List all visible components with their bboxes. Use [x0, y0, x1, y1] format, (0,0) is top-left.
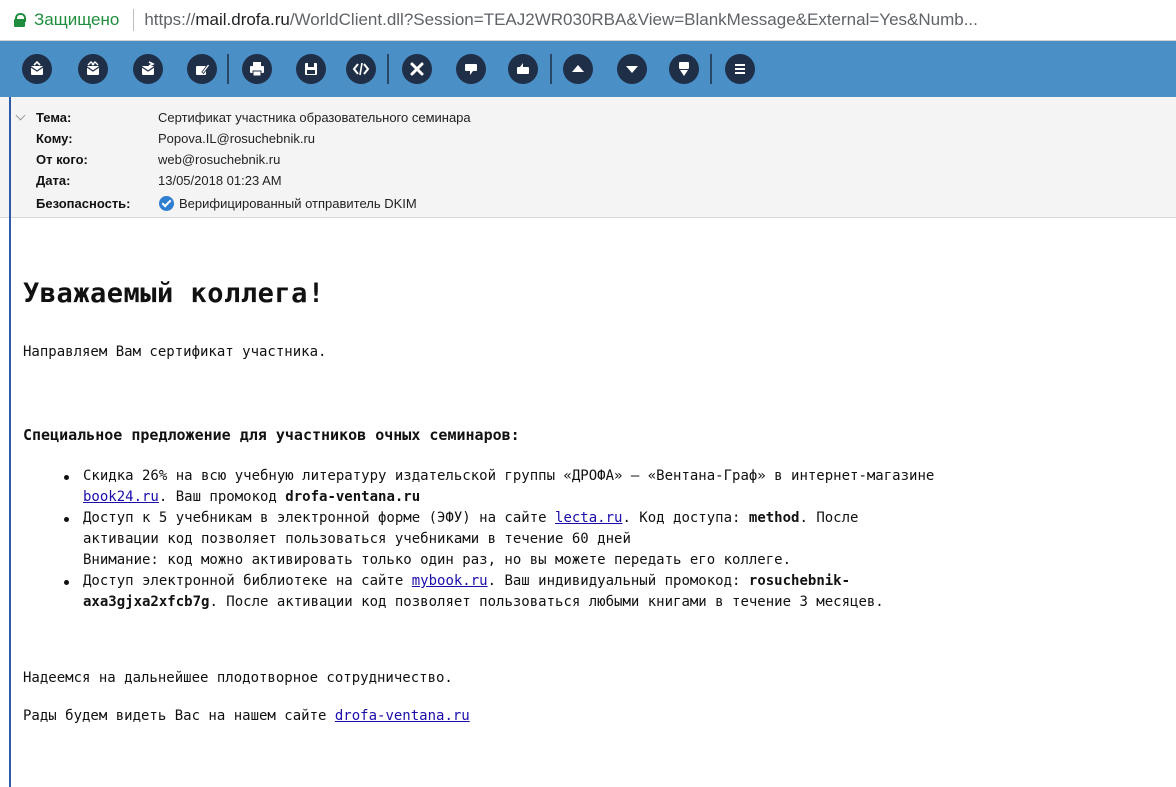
delete-icon[interactable]	[402, 54, 432, 84]
to-value[interactable]: Popova.IL@rosuchebnik.ru	[158, 129, 315, 149]
date-label: Дата:	[36, 173, 71, 188]
list-item: Скидка 26% на всю учебную литературу изд…	[23, 466, 934, 508]
book24-link[interactable]: book24.ru	[83, 489, 159, 505]
toolbar-separator	[227, 54, 229, 84]
offer-text: . После активации код позволяет пользова…	[209, 594, 884, 610]
promo-code: axa3gjxa2xfcb7g	[83, 594, 210, 610]
junk-icon[interactable]	[456, 54, 486, 84]
next-icon[interactable]	[617, 54, 647, 84]
offer-list: Скидка 26% на всю учебную литературу изд…	[23, 466, 934, 613]
security-label: Безопасность:	[36, 196, 131, 211]
offer-text: активации код позволяет пользоваться уче…	[83, 531, 631, 547]
access-code: method	[748, 510, 800, 526]
to-label: Кому:	[36, 131, 73, 146]
security-value: Верифицированный отправитель DKIM	[159, 194, 417, 214]
toolbar-separator	[387, 54, 389, 84]
offer-text: . После	[799, 510, 859, 526]
lecta-link[interactable]: lecta.ru	[555, 510, 622, 526]
url-text[interactable]: https://mail.drofa.ru/WorldClient.dll?Se…	[144, 10, 978, 30]
greeting-heading: Уважаемый коллега!	[23, 278, 325, 309]
url-scheme: https://	[144, 10, 196, 29]
offer-title: Специальное предложение для участников о…	[23, 426, 520, 444]
list-item: Доступ к 5 учебникам в электронной форме…	[23, 508, 934, 571]
visit-text: Рады будем видеть Вас на нашем сайте dro…	[23, 708, 470, 724]
save-icon[interactable]	[296, 54, 326, 84]
verified-badge-icon	[159, 196, 174, 211]
collapse-chevron-icon[interactable]	[15, 110, 26, 121]
from-value[interactable]: web@rosuchebnik.ru	[158, 150, 280, 170]
mybook-link[interactable]: mybook.ru	[412, 573, 488, 589]
message-toolbar	[0, 41, 1176, 97]
subject-value: Сертификат участника образовательного се…	[158, 110, 471, 125]
offer-text: Доступ электронной библиотеке на сайте	[83, 573, 412, 589]
reply-all-icon[interactable]	[78, 54, 108, 84]
source-icon[interactable]	[346, 54, 376, 84]
url-path: /WorldClient.dll?Session=TEAJ2WR030RBA&V…	[289, 10, 978, 29]
intro-text: Направляем Вам сертификат участника.	[23, 344, 327, 360]
move-icon[interactable]	[669, 54, 699, 84]
not-junk-icon[interactable]	[508, 54, 538, 84]
menu-icon[interactable]	[725, 54, 755, 84]
from-label: От кого:	[36, 152, 88, 167]
promo-code: drofa-ventana.ru	[285, 489, 421, 505]
print-icon[interactable]	[242, 54, 272, 84]
address-bar[interactable]: Защищено https://mail.drofa.ru/WorldClie…	[0, 0, 1176, 41]
message-header: Тема: Сертификат участника образовательн…	[0, 97, 1176, 218]
date-value: 13/05/2018 01:23 AM	[158, 173, 282, 188]
address-divider	[133, 9, 135, 31]
visit-label: Рады будем видеть Вас на нашем сайте	[23, 708, 335, 724]
body-frame-border	[9, 97, 11, 787]
closing-text: Надеемся на дальнейшее плодотворное сотр…	[23, 670, 453, 686]
lock-icon[interactable]	[14, 13, 26, 27]
forward-edit-icon[interactable]	[187, 54, 217, 84]
subject-label: Тема:	[36, 110, 72, 125]
security-text: Верифицированный отправитель DKIM	[179, 196, 417, 211]
secure-label[interactable]: Защищено	[34, 10, 119, 30]
offer-text: . Ваш индивидуальный промокод:	[487, 573, 749, 589]
previous-icon[interactable]	[563, 54, 593, 84]
reply-icon[interactable]	[22, 54, 52, 84]
list-item: Доступ электронной библиотеке на сайте m…	[23, 571, 934, 613]
offer-text: . Код доступа:	[622, 510, 749, 526]
url-host: mail.drofa.ru	[195, 10, 290, 29]
toolbar-separator	[710, 54, 712, 84]
offer-note: Внимание: код можно активировать только …	[83, 552, 792, 568]
forward-icon[interactable]	[133, 54, 163, 84]
offer-text: Доступ к 5 учебникам в электронной форме…	[83, 510, 556, 526]
offer-text: Скидка 26% на всю учебную литературу изд…	[83, 468, 935, 484]
offer-text: . Ваш промокод	[158, 489, 286, 505]
toolbar-separator	[550, 54, 552, 84]
promo-code: rosuchebnik-	[748, 573, 851, 589]
drofa-ventana-link[interactable]: drofa-ventana.ru	[335, 708, 470, 724]
